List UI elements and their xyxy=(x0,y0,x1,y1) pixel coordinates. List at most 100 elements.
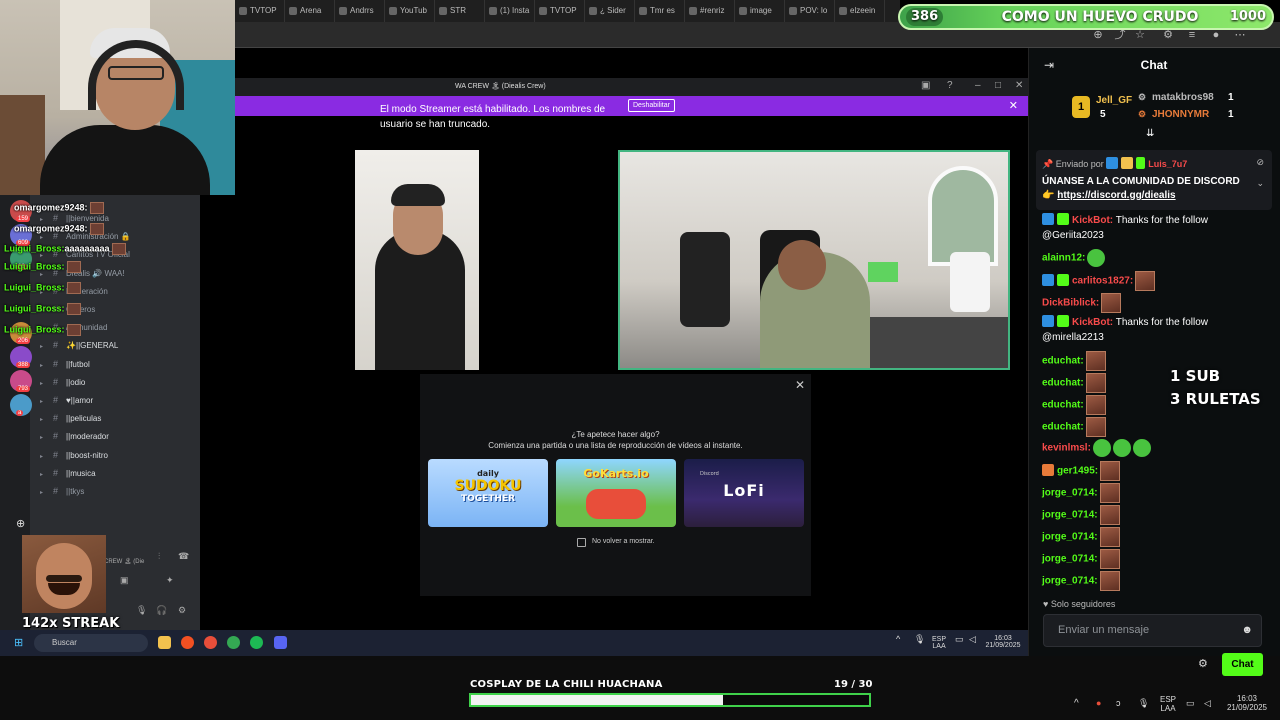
network-icon[interactable]: ▭ xyxy=(955,635,964,644)
close-activity-icon[interactable]: ✕ xyxy=(795,378,805,392)
extensions-icon[interactable]: ⚙ xyxy=(1161,28,1175,42)
outer-tray-chevron-icon[interactable]: ^ xyxy=(1074,699,1079,709)
browser-tab[interactable]: image xyxy=(735,0,785,22)
expand-pinned-icon[interactable]: ⌄ xyxy=(1256,178,1264,189)
outer-clock[interactable]: 16:03 21/09/2025 xyxy=(1224,694,1270,712)
menu-icon[interactable]: ⋯ xyxy=(1233,28,1247,42)
browser-tab[interactable]: POV: lo xyxy=(785,0,835,22)
zoom-icon[interactable]: ⊕ xyxy=(1091,28,1105,42)
chat-username[interactable]: kevinlmsl: xyxy=(1042,443,1091,454)
help-icon[interactable]: ? xyxy=(947,80,953,91)
chat-username[interactable]: KickBot: xyxy=(1072,215,1113,226)
activity-card-gokarts[interactable]: GoKarts.io xyxy=(556,459,676,527)
outer-obs-tray-icon[interactable]: ● xyxy=(1096,699,1101,708)
close-notice-icon[interactable]: ✕ xyxy=(1009,99,1018,112)
channel-item[interactable]: ▸ # ♥||amor xyxy=(40,395,93,405)
browser-tab[interactable]: STR xyxy=(435,0,485,22)
channel-item[interactable]: ▸ # ✨||GENERAL xyxy=(40,340,118,350)
gifter-1-name[interactable]: Jell_GF xyxy=(1096,95,1132,106)
chat-username[interactable]: jorge_0714: xyxy=(1042,532,1098,543)
mic-tray-icon[interactable]: 🎙 xyxy=(914,635,925,644)
chat-username[interactable]: educhat: xyxy=(1042,378,1084,389)
pinned-user[interactable]: Luis_7u7 xyxy=(1148,159,1187,169)
headphones-icon[interactable]: 🎧 xyxy=(156,605,167,616)
file-explorer-icon[interactable] xyxy=(158,636,171,649)
browser-tab[interactable]: YouTub xyxy=(385,0,435,22)
taskbar-search[interactable]: Buscar xyxy=(34,634,148,652)
browser-tab[interactable]: TVTOP xyxy=(535,0,585,22)
gifter-2-name[interactable]: matakbros98 xyxy=(1152,92,1214,103)
tray-chevron-icon[interactable]: ^ xyxy=(896,635,900,644)
close-icon[interactable]: ✕ xyxy=(1015,80,1023,91)
chat-settings-icon[interactable]: ⚙ xyxy=(1198,657,1208,670)
chat-username[interactable]: alainn12: xyxy=(1042,253,1085,264)
inner-clock[interactable]: 16:03 21/09/2025 xyxy=(985,635,1021,649)
chat-username[interactable]: KickBot: xyxy=(1072,317,1113,328)
pinned-link[interactable]: https://discord.gg/diealis xyxy=(1057,190,1175,201)
activity-card-lofi[interactable]: Discord LoFi xyxy=(684,459,804,527)
unpin-icon[interactable]: ⊘ xyxy=(1256,157,1264,168)
minimize-icon[interactable]: – xyxy=(975,80,981,91)
browser-tab[interactable]: #renriz xyxy=(685,0,735,22)
windows-start-icon[interactable]: ⊞ xyxy=(14,637,26,649)
outer-volume-icon[interactable]: ◁ xyxy=(1204,699,1211,708)
activity-card-sudoku[interactable]: daily SUDOKU TOGETHER xyxy=(428,459,548,527)
profile-icon[interactable]: ● xyxy=(1209,28,1223,42)
outer-lang[interactable]: ESP LAA xyxy=(1160,695,1176,713)
outer-phone-tray-icon[interactable]: ↄ xyxy=(1116,699,1121,708)
chat-username[interactable]: jorge_0714: xyxy=(1042,554,1098,565)
chat-username[interactable]: DickBiblick: xyxy=(1042,298,1099,309)
chat-username[interactable]: jorge_0714: xyxy=(1042,576,1098,587)
channel-item[interactable]: ▸ # ||boost-nitro xyxy=(40,450,108,460)
participant-video-2[interactable] xyxy=(618,150,1010,370)
chat-username[interactable]: ger1495: xyxy=(1057,466,1098,477)
reading-list-icon[interactable]: ≡ xyxy=(1185,28,1199,42)
chat-username[interactable]: carlitos1827: xyxy=(1072,276,1133,287)
maximize-icon[interactable]: □ xyxy=(995,80,1001,91)
emote-picker-icon[interactable]: ☻ xyxy=(1241,615,1253,646)
voice-waveform-icon[interactable]: ⫶ xyxy=(158,551,160,562)
chat-input[interactable]: Enviar un mensaje ☻ xyxy=(1043,614,1262,647)
outer-mic-icon[interactable]: 🎙 xyxy=(1138,699,1149,708)
channel-item[interactable]: ▸ # ||bienvenida xyxy=(40,213,109,223)
browser-tab[interactable]: Arena xyxy=(285,0,335,22)
channel-item[interactable]: ▸ # ||musica xyxy=(40,468,96,478)
volume-icon[interactable]: ◁ xyxy=(969,635,976,644)
add-server-icon[interactable]: ⊕ xyxy=(16,517,25,530)
popout-icon[interactable]: ▣ xyxy=(921,80,930,91)
chrome-profile-icon[interactable] xyxy=(227,636,240,649)
dont-show-checkbox[interactable] xyxy=(577,538,586,547)
channel-item[interactable]: ▸ # ||tkys xyxy=(40,486,84,496)
expand-gifters-icon[interactable]: ⇊ xyxy=(1146,128,1154,139)
channel-item[interactable]: ▸ # ||futbol xyxy=(40,359,90,369)
channel-item[interactable]: ▸ # ||odio xyxy=(40,377,85,387)
chat-username[interactable]: educhat: xyxy=(1042,356,1084,367)
participant-video-1[interactable] xyxy=(355,150,479,370)
chrome-icon[interactable] xyxy=(181,636,194,649)
bookmark-star-icon[interactable]: ☆ xyxy=(1133,28,1147,42)
channel-item[interactable]: ▸ # ||moderador xyxy=(40,431,109,441)
browser-tab[interactable]: Tmr es xyxy=(635,0,685,22)
send-chat-button[interactable]: Chat xyxy=(1222,653,1263,676)
gifter-3-name[interactable]: JHONNYMR xyxy=(1152,109,1209,120)
browser-tab[interactable]: Andrrs xyxy=(335,0,385,22)
chat-username[interactable]: jorge_0714: xyxy=(1042,510,1098,521)
channel-item[interactable]: ▸ # ||peliculas xyxy=(40,413,101,423)
discord-icon[interactable] xyxy=(274,636,287,649)
browser-tab[interactable]: TVTOP xyxy=(235,0,285,22)
activity-icon[interactable]: ✦ xyxy=(166,575,174,586)
microphone-icon[interactable]: 🎙 xyxy=(136,605,147,616)
share-icon[interactable]: ⤴ xyxy=(1113,28,1127,42)
browser-tab[interactable]: (1) Insta xyxy=(485,0,535,22)
inner-lang[interactable]: ESP LAA xyxy=(932,636,946,650)
outer-network-icon[interactable]: ▭ xyxy=(1186,699,1195,708)
disable-streamer-button[interactable]: Deshabilitar xyxy=(628,99,675,112)
obs-icon[interactable] xyxy=(204,636,217,649)
settings-gear-icon[interactable]: ⚙ xyxy=(178,605,186,616)
chat-username[interactable]: educhat: xyxy=(1042,422,1084,433)
spotify-icon[interactable] xyxy=(250,636,263,649)
browser-tab[interactable]: ¿ Sider xyxy=(585,0,635,22)
chat-username[interactable]: jorge_0714: xyxy=(1042,488,1098,499)
chat-username[interactable]: educhat: xyxy=(1042,400,1084,411)
browser-tab[interactable]: elzeein xyxy=(835,0,885,22)
